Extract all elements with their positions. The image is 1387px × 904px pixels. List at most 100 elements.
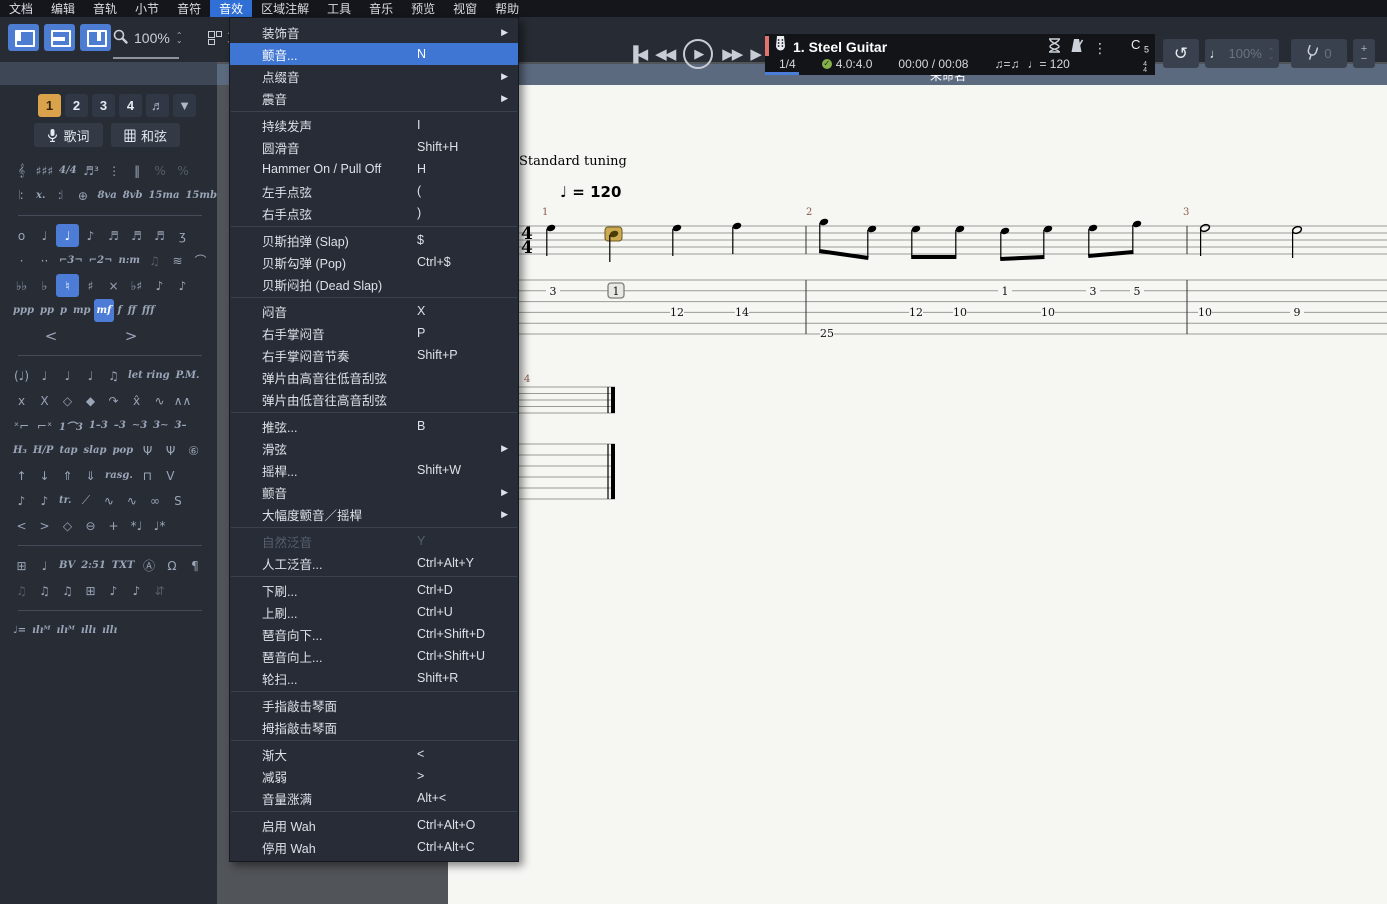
tab-fret-number[interactable]: 1 <box>1002 285 1009 298</box>
menu-item[interactable]: 音量涨满Alt+< <box>230 787 518 809</box>
rewind-button[interactable]: ◀◀ <box>655 45 674 63</box>
menu-item[interactable]: 摇桿...Shift+W <box>230 459 518 481</box>
symbol-button[interactable]: ♯ <box>79 274 102 297</box>
symbol-button[interactable]: ♬ <box>102 224 125 247</box>
symbol-button[interactable]: ⊞ <box>10 554 33 577</box>
symbol-button[interactable]: Ψ <box>136 439 159 462</box>
symbol-button[interactable]: tr. <box>56 489 74 512</box>
symbol-button[interactable]: ⋮ <box>103 159 126 182</box>
tab-fret-number[interactable]: 5 <box>1134 285 1141 298</box>
tab-fret-number[interactable]: 3 <box>1090 285 1097 298</box>
symbol-button[interactable]: mf <box>94 299 115 322</box>
tab-fret-number[interactable]: 1 <box>613 285 620 298</box>
symbol-button[interactable]: ◆ <box>79 389 102 412</box>
symbol-button[interactable]: 8vb <box>120 184 146 207</box>
symbol-button[interactable]: ∞ <box>143 489 166 512</box>
menu-1[interactable]: 文档 <box>0 0 42 17</box>
symbol-button[interactable]: + <box>102 514 125 537</box>
symbol-button[interactable]: ♯♯♯ <box>33 159 56 182</box>
symbol-button[interactable]: ⌐ˣ <box>33 414 56 437</box>
symbol-button[interactable]: 15ma <box>145 184 182 207</box>
menu-item[interactable]: 手指敲击琴面 <box>230 694 518 716</box>
symbol-button[interactable]: ♫ <box>102 364 125 387</box>
symbol-button[interactable]: ♪ <box>79 224 102 247</box>
symbol-button[interactable]: ‖ <box>126 159 149 182</box>
menu-item[interactable]: 人工泛音...Ctrl+Alt+Y <box>230 552 518 574</box>
symbol-button[interactable]: pp <box>37 299 57 322</box>
symbol-button[interactable]: ♩* <box>148 514 171 537</box>
menu-item[interactable]: 右手掌闷音节奏Shift+P <box>230 344 518 366</box>
symbol-button[interactable]: ⇵ <box>148 579 171 602</box>
symbol-button[interactable]: p <box>57 299 70 322</box>
symbol-button[interactable]: ♩ <box>33 364 56 387</box>
zoom-value[interactable]: 100% <box>134 30 170 46</box>
tab-fret-number[interactable]: 10 <box>1198 306 1212 319</box>
symbol-button[interactable]: ⇑ <box>56 464 79 487</box>
menu-item[interactable]: 震音▶ <box>230 87 518 109</box>
menu-item[interactable]: 颤音▶ <box>230 481 518 503</box>
symbol-button[interactable]: x. <box>33 184 48 207</box>
voice-button-2[interactable]: 2 <box>65 94 88 117</box>
symbol-button[interactable]: ♫ <box>33 579 56 602</box>
tempo-indicator[interactable]: ♩= 120 <box>1027 57 1069 71</box>
symbol-button[interactable]: TXT <box>109 554 138 577</box>
symbol-button[interactable]: –3 <box>111 414 129 437</box>
tab-fret-number[interactable]: 12 <box>909 306 923 319</box>
symbol-button[interactable]: x̂ <box>125 389 148 412</box>
symbol-button[interactable]: H/P <box>30 439 57 462</box>
menu-3[interactable]: 音轨 <box>84 0 126 17</box>
symbol-button[interactable]: ♪ <box>102 579 125 602</box>
voice-tool-icon-4[interactable]: ♬ <box>146 94 169 117</box>
menu-item[interactable]: 圆滑音Shift+H <box>230 136 518 158</box>
symbol-button[interactable]: V <box>159 464 182 487</box>
menu-item[interactable]: 琶音向上...Ctrl+Shift+U <box>230 645 518 667</box>
symbol-button[interactable]: ⊓ <box>136 464 159 487</box>
menu-9[interactable]: 音乐 <box>360 0 402 17</box>
menu-item[interactable]: 贝斯拍弹 (Slap)$ <box>230 229 518 251</box>
menu-item[interactable]: 弹片由高音往低音刮弦 <box>230 366 518 388</box>
symbol-button[interactable]: ♫ <box>56 579 79 602</box>
menu-item[interactable]: 自然泛音Y <box>230 530 518 552</box>
menu-item[interactable]: 启用 WahCtrl+Alt+O <box>230 814 518 836</box>
symbol-button[interactable]: ⌐3¬ <box>56 249 86 272</box>
symbol-button[interactable]: > <box>90 324 170 347</box>
symbol-button[interactable]: × <box>102 274 125 297</box>
symbol-button[interactable]: ∿ <box>148 389 171 412</box>
symbol-button[interactable]: ↑ <box>10 464 33 487</box>
symbol-button[interactable]: ff <box>125 299 139 322</box>
symbol-button[interactable]: (♩) <box>10 364 33 387</box>
go-to-start-button[interactable]: ▐◀ <box>628 45 646 63</box>
symbol-button[interactable]: tap <box>56 439 80 462</box>
tab-fret-number[interactable]: 12 <box>670 306 684 319</box>
symbol-button[interactable]: S <box>166 489 189 512</box>
menu-item[interactable]: 装饰音▶ <box>230 21 518 43</box>
menu-item[interactable]: 上刷...Ctrl+U <box>230 601 518 623</box>
menu-7[interactable]: 区域注解 <box>252 0 318 17</box>
menu-item[interactable]: 琶音向下...Ctrl+Shift+D <box>230 623 518 645</box>
symbol-button[interactable]: rasg. <box>102 464 136 487</box>
note[interactable] <box>1200 224 1211 233</box>
symbol-button[interactable]: 3– <box>172 414 190 437</box>
track-info-panel[interactable]: 1. Steel Guitar ⋮ C 5 1/4 ✓4.0:4.0 00:00… <box>765 34 1155 75</box>
symbol-button[interactable]: ∼3 <box>129 414 150 437</box>
symbol-button[interactable]: :𝄀 <box>48 184 71 207</box>
symbol-button[interactable]: · <box>10 249 33 272</box>
tab-fret-number[interactable]: 14 <box>735 306 749 319</box>
symbol-button[interactable]: ≋ <box>166 249 189 272</box>
symbol-button[interactable]: Ω <box>160 554 183 577</box>
menu-item[interactable]: 渐大< <box>230 743 518 765</box>
symbol-button[interactable]: ⊞ <box>79 579 102 602</box>
symbol-button[interactable]: Ⓐ <box>137 554 160 577</box>
symbol-button[interactable]: P.M. <box>173 364 203 387</box>
menu-4[interactable]: 小节 <box>126 0 168 17</box>
menu-item[interactable]: 左手点弦( <box>230 180 518 202</box>
menu-item[interactable]: 贝斯勾弹 (Pop)Ctrl+$ <box>230 251 518 273</box>
symbol-button[interactable]: ♩ <box>33 224 56 247</box>
track-name[interactable]: 1. Steel Guitar <box>793 39 887 55</box>
symbol-button[interactable]: 15mb <box>182 184 220 207</box>
tab-fret-number[interactable]: 10 <box>953 306 967 319</box>
symbol-button[interactable]: ◇ <box>56 389 79 412</box>
menu-item[interactable]: 右手点弦) <box>230 202 518 224</box>
zoom-stepper[interactable]: ⌃⌄ <box>176 33 183 43</box>
view-panel-left-button[interactable] <box>8 24 39 51</box>
